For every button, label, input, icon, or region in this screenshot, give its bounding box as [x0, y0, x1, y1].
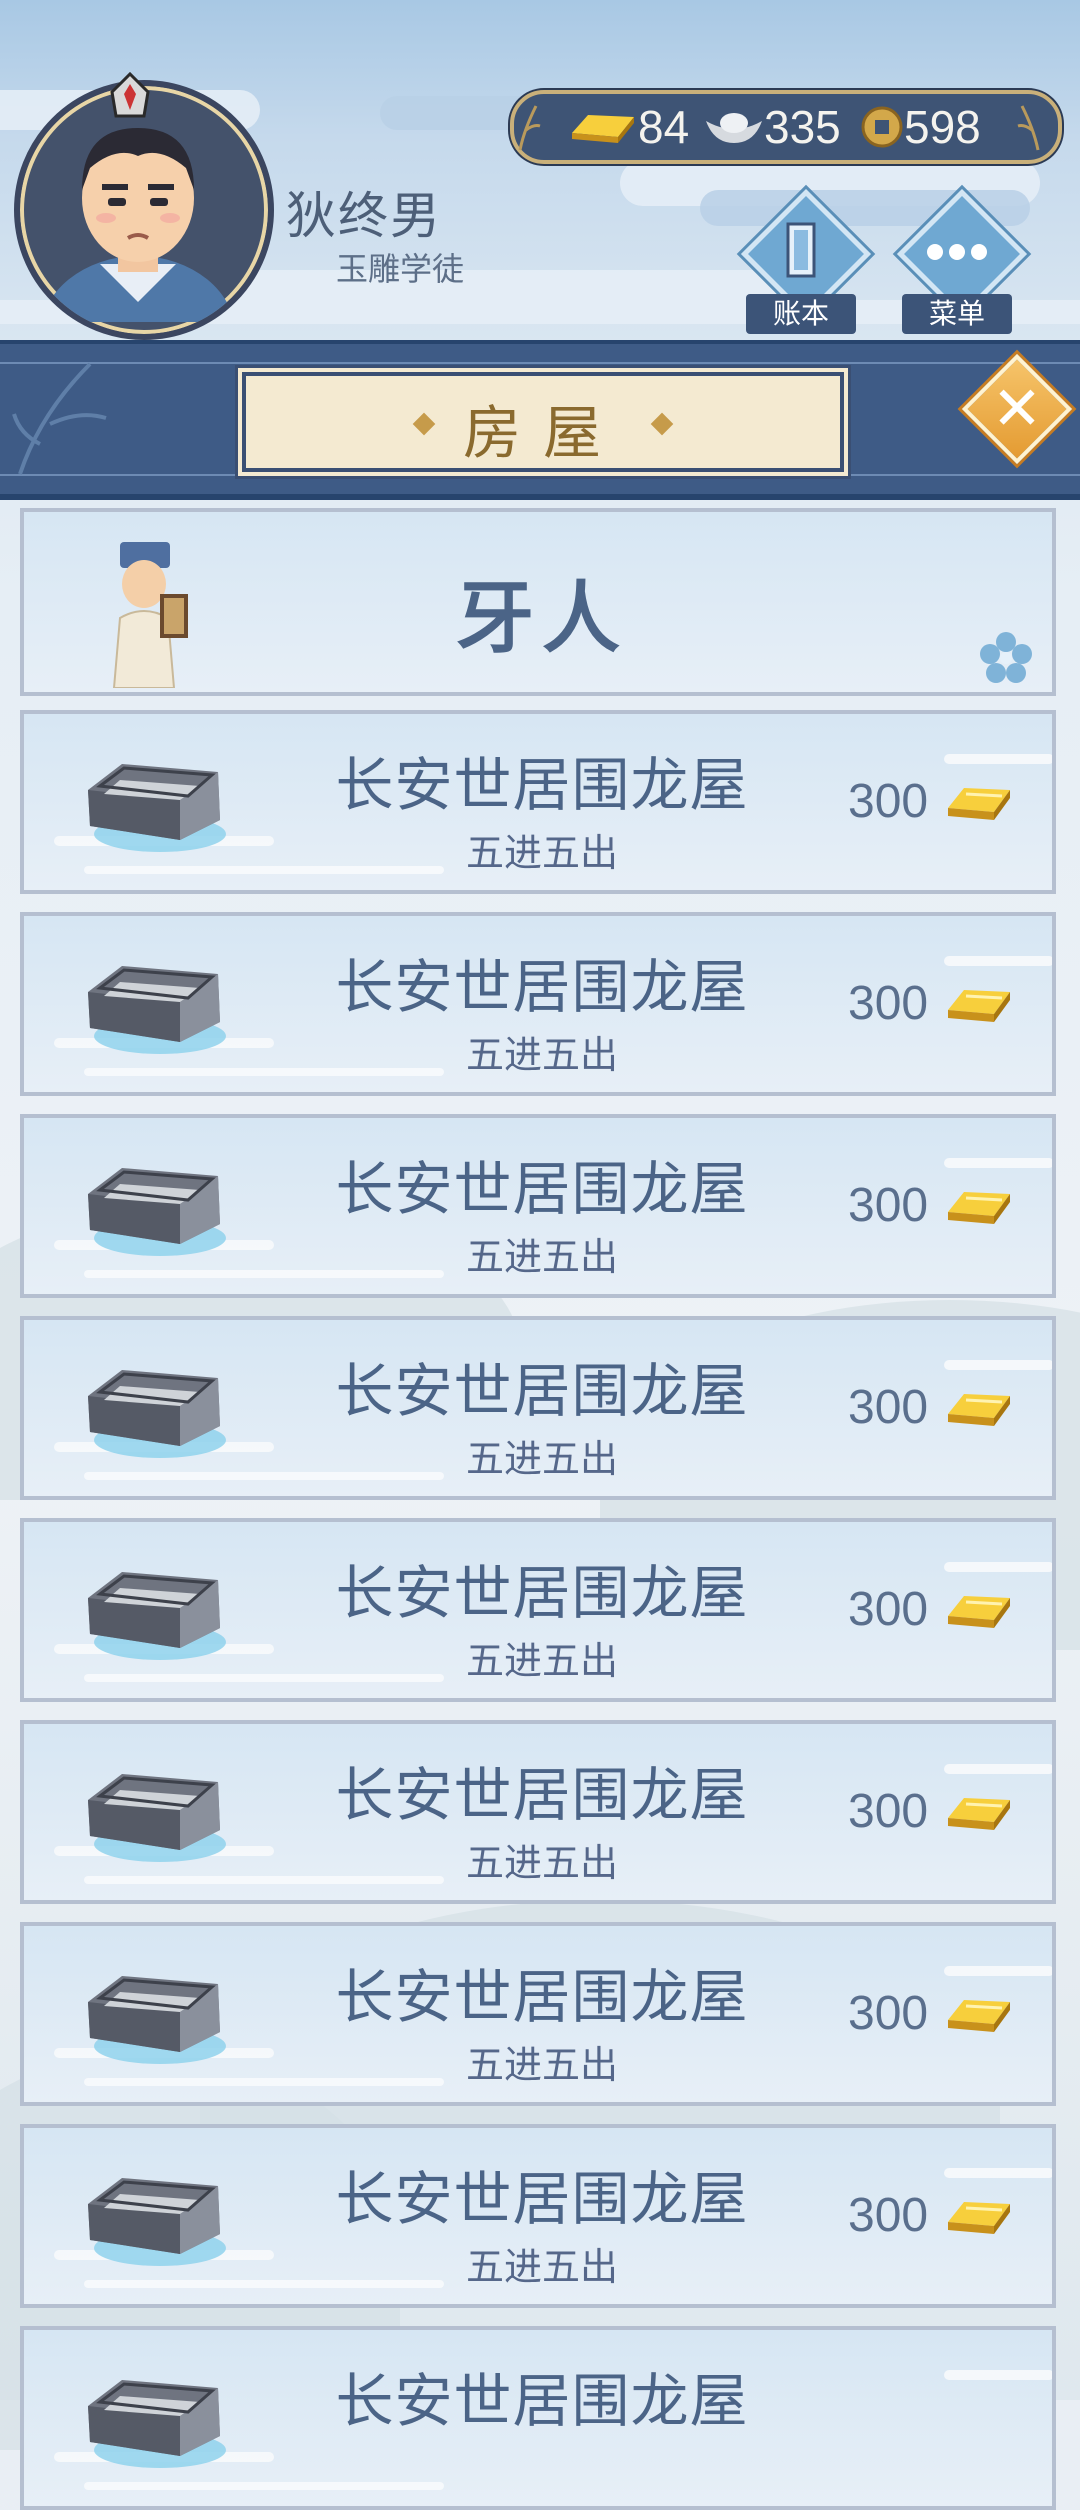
house-card[interactable]: 长安世居围龙屋 五进五出 300 — [20, 1922, 1056, 2106]
ledger-button[interactable]: 账本 — [740, 188, 872, 334]
house-price: 300 — [848, 2189, 929, 2242]
house-card[interactable]: 长安世居围龙屋 — [20, 2326, 1056, 2510]
menu-button[interactable]: 菜单 — [896, 188, 1028, 334]
player-avatar[interactable] — [14, 80, 274, 340]
menu-button-label: 菜单 — [902, 294, 1012, 334]
house-description: 五进五出 — [465, 2043, 618, 2087]
house-name: 长安世居围龙屋 — [335, 2367, 749, 2435]
bamboo-icon — [1017, 105, 1040, 151]
panel-title-bar: 房屋 ✕ — [0, 340, 1080, 500]
house-card[interactable]: 长安世居围龙屋 五进五出 300 — [20, 1316, 1056, 1500]
ledger-button-label: 账本 — [746, 294, 856, 334]
house-price: 300 — [848, 1381, 929, 1434]
panel-title-plaque: 房屋 — [242, 372, 844, 472]
silver-count: 335 — [764, 101, 841, 153]
silver-ingot-icon — [706, 113, 762, 143]
house-description: 五进五出 — [465, 1235, 618, 1279]
house-card[interactable]: 长安世居围龙屋 五进五出 300 — [20, 912, 1056, 1096]
house-description: 五进五出 — [465, 1033, 618, 1077]
house-description: 五进五出 — [465, 1437, 618, 1481]
gold-ingot-icon — [572, 115, 634, 143]
house-card[interactable]: 长安世居围龙屋 五进五出 300 — [20, 1720, 1056, 1904]
ledger-icon — [786, 222, 816, 278]
gold-ingot-icon — [948, 2000, 1010, 2032]
gold-ingot-icon — [948, 1596, 1010, 1628]
close-icon: ✕ — [991, 374, 1043, 444]
house-description: 五进五出 — [465, 1841, 618, 1885]
flower-icon — [980, 632, 1032, 683]
house-price: 300 — [848, 1987, 929, 2040]
player-title: 玉雕学徒 — [336, 250, 465, 288]
house-card[interactable]: 长安世居围龙屋 五进五出 300 — [20, 2124, 1056, 2308]
house-price: 300 — [848, 1583, 929, 1636]
player-name: 狄终男 — [286, 187, 442, 245]
agent-label: 牙人 — [455, 574, 628, 664]
panel-title: 房屋 — [462, 399, 623, 467]
house-description: 五进五出 — [465, 1639, 618, 1683]
headpiece-icon — [110, 72, 150, 118]
house-price: 300 — [848, 1179, 929, 1232]
currency-bar: 84 335 598 — [510, 90, 1062, 164]
gold-ingot-icon — [948, 2202, 1010, 2234]
coin-count: 598 — [904, 101, 981, 153]
house-card[interactable]: 长安世居围龙屋 五进五出 300 — [20, 1518, 1056, 1702]
gold-ingot-icon — [948, 1192, 1010, 1224]
gold-ingot-icon — [948, 1394, 1010, 1426]
gold-ingot-icon — [948, 990, 1010, 1022]
gold-ingot-icon — [948, 1798, 1010, 1830]
menu-dots-icon — [927, 244, 987, 260]
house-price: 300 — [848, 1785, 929, 1838]
bamboo-decoration-icon — [12, 362, 107, 475]
close-button[interactable]: ✕ — [961, 353, 1073, 465]
house-description: 五进五出 — [465, 2245, 618, 2289]
copper-coin-icon — [861, 106, 903, 148]
house-price: 300 — [848, 775, 929, 828]
player-header: 狄终男 玉雕学徒 84 335 598 账本 菜单 — [0, 0, 1080, 340]
gold-count: 84 — [638, 101, 690, 153]
house-price: 300 — [848, 977, 929, 1030]
bamboo-icon — [518, 105, 541, 151]
house-card[interactable]: 长安世居围龙屋 五进五出 300 — [20, 1114, 1056, 1298]
gold-ingot-icon — [948, 788, 1010, 820]
house-card[interactable]: 长安世居围龙屋 五进五出 300 — [20, 710, 1056, 894]
agent-card[interactable]: 牙人 — [20, 508, 1056, 696]
house-description: 五进五出 — [465, 831, 618, 875]
